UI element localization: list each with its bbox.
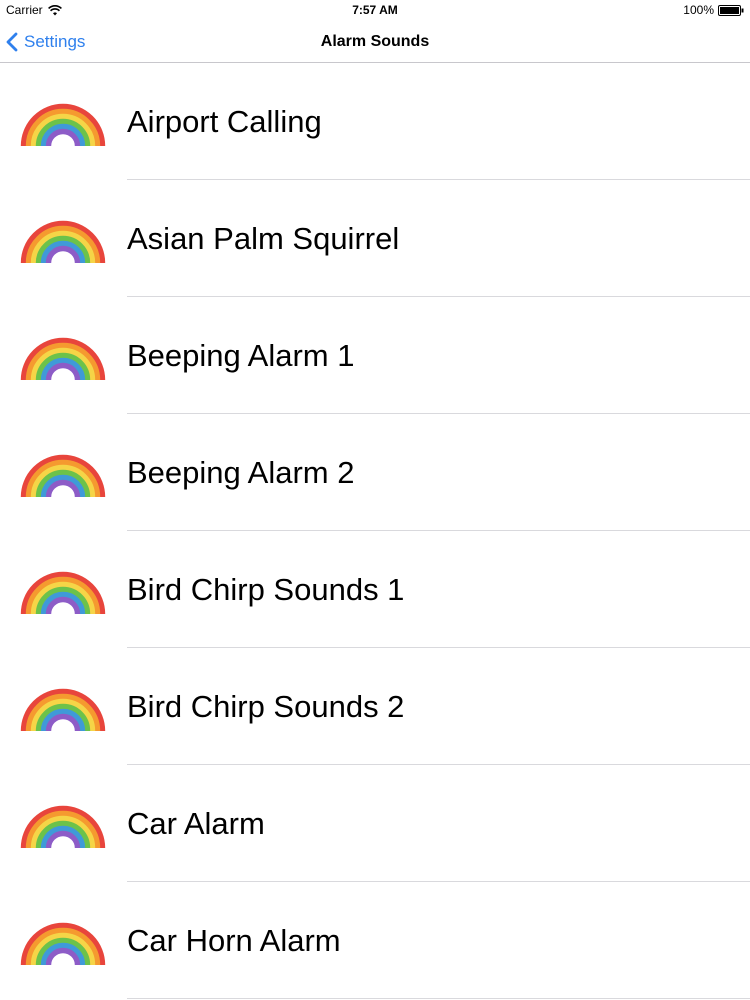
rainbow-icon	[18, 447, 108, 499]
list-item[interactable]: Bird Chirp Sounds 2	[0, 648, 750, 765]
sound-name: Car Horn Alarm	[127, 923, 341, 958]
status-bar: Carrier 7:57 AM 100%	[0, 0, 750, 22]
rainbow-icon	[18, 798, 108, 850]
rainbow-icon	[18, 915, 108, 967]
rainbow-icon	[18, 213, 108, 265]
sound-name: Airport Calling	[127, 104, 322, 139]
sound-name: Asian Palm Squirrel	[127, 221, 400, 256]
battery-icon	[718, 4, 744, 16]
status-time: 7:57 AM	[352, 3, 398, 17]
list-item[interactable]: Airport Calling	[0, 63, 750, 180]
rainbow-icon	[18, 96, 108, 148]
alarm-sound-list: Airport Calling Asian Palm Squirrel Beep…	[0, 63, 750, 999]
list-item[interactable]: Car Alarm	[0, 765, 750, 882]
rainbow-icon	[18, 681, 108, 733]
list-item[interactable]: Beeping Alarm 2	[0, 414, 750, 531]
list-item[interactable]: Bird Chirp Sounds 1	[0, 531, 750, 648]
sound-name: Car Alarm	[127, 806, 265, 841]
sound-name: Beeping Alarm 1	[127, 338, 355, 373]
row-separator	[127, 998, 750, 999]
page-title: Alarm Sounds	[320, 33, 430, 50]
list-item[interactable]: Asian Palm Squirrel	[0, 180, 750, 297]
rainbow-icon	[18, 564, 108, 616]
list-item[interactable]: Car Horn Alarm	[0, 882, 750, 999]
list-item[interactable]: Beeping Alarm 1	[0, 297, 750, 414]
rainbow-icon	[18, 330, 108, 382]
battery-percent: 100%	[683, 3, 714, 17]
sound-name: Bird Chirp Sounds 1	[127, 572, 405, 607]
sound-name: Beeping Alarm 2	[127, 455, 355, 490]
sound-name: Bird Chirp Sounds 2	[127, 689, 405, 724]
navigation-bar: Settings Alarm Sounds	[0, 22, 750, 63]
status-right: 100%	[683, 3, 744, 17]
